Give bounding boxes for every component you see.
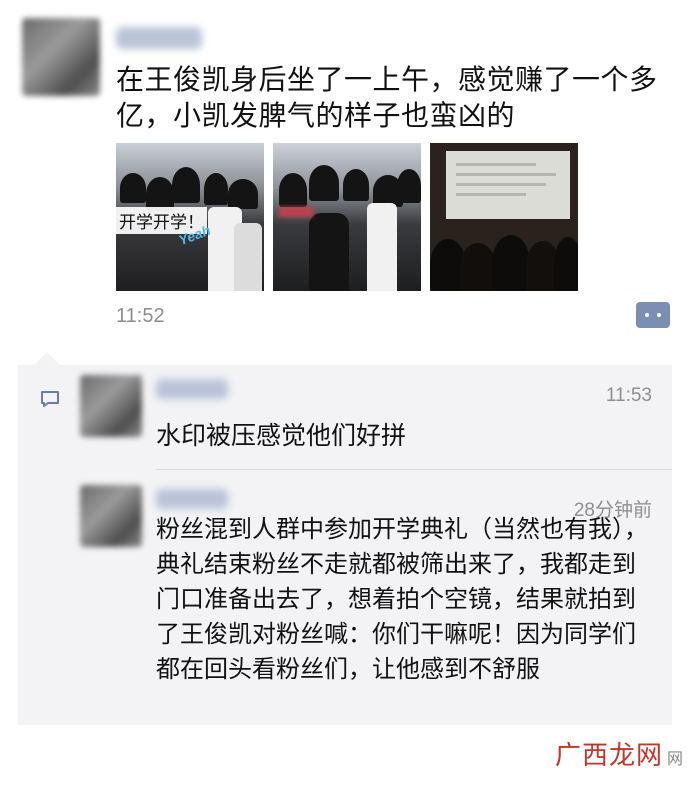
commenter-avatar[interactable] <box>80 375 142 437</box>
comments-pointer <box>34 352 60 365</box>
poster-avatar[interactable] <box>22 18 100 96</box>
photo-grid: 开学开学！ Yeah <box>116 143 580 291</box>
comments-panel: 11:53 水印被压感觉他们好拼 28分钟前 粉丝混到人群中参加开学典礼（当然也… <box>18 365 672 725</box>
watermark-small: 网 <box>667 749 685 768</box>
post-text: 在王俊凯身后坐了一上午，感觉赚了一个多亿，小凯发脾气的样子也蛮凶的 <box>116 64 658 131</box>
comment-item[interactable]: 11:53 水印被压感觉他们好拼 <box>18 365 672 475</box>
watermark-logo: 广西龙网网 <box>555 735 684 772</box>
poster-name-blurred[interactable] <box>116 27 202 49</box>
more-dots-icon[interactable] <box>636 302 670 328</box>
post-timestamp: 11:52 <box>116 305 165 327</box>
photo-thumbnail[interactable]: 开学开学！ Yeah <box>116 143 264 291</box>
photo-thumbnail[interactable] <box>430 143 578 291</box>
comment-timestamp: 11:53 <box>605 385 652 406</box>
commenter-name-blurred[interactable] <box>156 379 228 399</box>
watermark-text: 广西龙网 <box>555 741 664 771</box>
commenter-name-blurred[interactable] <box>156 489 228 509</box>
comment-text: 水印被压感觉他们好拼 <box>156 422 407 450</box>
comment-item[interactable]: 28分钟前 粉丝混到人群中参加开学典礼（当然也有我），典礼结束粉丝不走就都被筛出… <box>18 475 672 725</box>
commenter-avatar[interactable] <box>80 485 142 547</box>
photo-thumbnail[interactable] <box>273 143 421 291</box>
comment-text: 粉丝混到人群中参加开学典礼（当然也有我），典礼结束粉丝不走就都被筛出来了，我都走… <box>156 516 648 683</box>
moments-post: 在王俊凯身后坐了一上午，感觉赚了一个多亿，小凯发脾气的样子也蛮凶的 开学开学！ … <box>0 0 700 350</box>
comment-divider <box>156 469 672 470</box>
